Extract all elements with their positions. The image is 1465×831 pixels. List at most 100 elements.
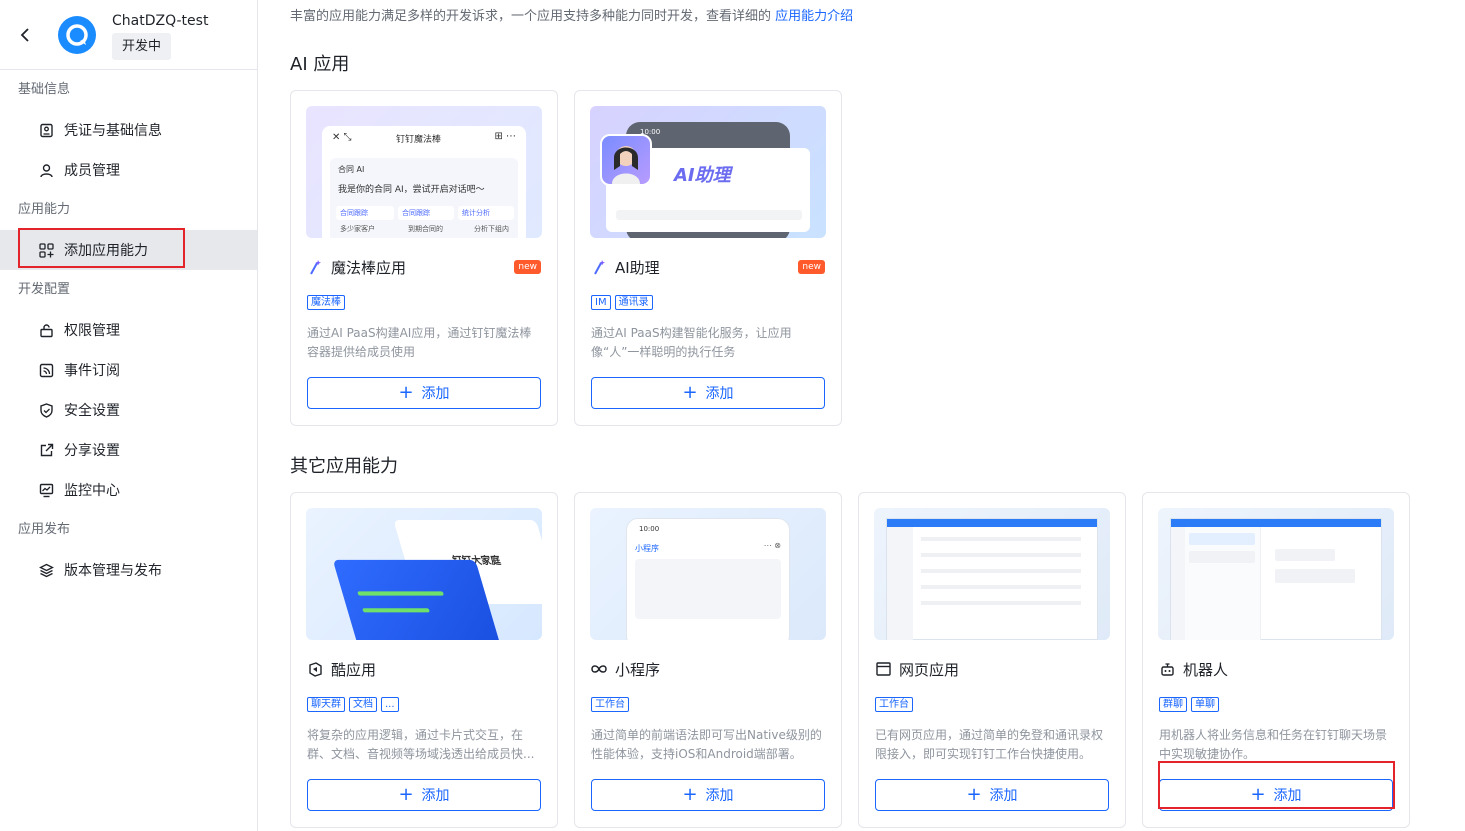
add-button-label: 添加: [421, 386, 450, 402]
plus-icon: +: [398, 382, 414, 403]
intro-body: 丰富的应用能力满足多样的开发诉求，一个应用支持多种能力同时开发，查看详细的: [290, 9, 772, 24]
thumb-window: [886, 518, 1098, 640]
card-title: 酷应用: [331, 660, 377, 679]
app-logo-icon: [66, 24, 88, 46]
thumb-card-blue: [332, 559, 502, 640]
sidebar-item-members[interactable]: 成员管理: [0, 150, 257, 190]
back-button[interactable]: [14, 24, 36, 46]
ai-section-title: AI 应用: [290, 54, 350, 75]
group-title-dev-config: 开发配置: [18, 282, 71, 297]
thumb-bar: [357, 591, 445, 596]
add-ai-assistant-button[interactable]: + 添加: [591, 377, 825, 409]
group-title-basic: 基础信息: [18, 82, 71, 97]
layers-icon: [38, 562, 54, 578]
plus-icon: +: [966, 784, 982, 805]
lock-icon: [38, 322, 54, 338]
thumb-line: [921, 585, 1081, 589]
thumb-titlebar: [887, 519, 1097, 527]
card-title: AI助理: [615, 258, 660, 277]
thumb-chip2: 分析下组内: [474, 225, 509, 233]
card-tag: 工作台: [875, 697, 913, 712]
new-badge: new: [514, 260, 541, 274]
sidebar-item-label: 成员管理: [64, 163, 120, 179]
thumb-time: 10:00: [639, 525, 660, 533]
close-icon: ✕ ⤡: [332, 132, 352, 143]
add-magic-wand-button[interactable]: + 添加: [307, 377, 541, 409]
card-thumbnail: 10:00 小程序 ⋯ ⊗: [590, 508, 826, 640]
thumb-message: [1275, 569, 1355, 583]
sidebar-item-share[interactable]: 分享设置: [0, 430, 257, 470]
cool-app-icon: [307, 661, 323, 677]
card-tag: ...: [381, 697, 399, 712]
plus-icon: +: [398, 784, 414, 805]
card-tags: 聊天群 文档 ...: [307, 697, 399, 712]
browser-window-icon: [875, 661, 891, 677]
thumb-chips: 合同跟踪 合同跟踪 统计分析: [336, 206, 514, 220]
app-name: ChatDZQ-test: [112, 13, 209, 29]
plus-icon: +: [1250, 784, 1266, 805]
capability-card-mini-program: 10:00 小程序 ⋯ ⊗ 小程序 工作台 通过简单的前端语法即可写出Nativ…: [574, 492, 842, 828]
card-tag: 魔法棒: [307, 295, 345, 310]
card-tag: 聊天群: [307, 697, 345, 712]
chevron-left-icon: [20, 28, 29, 42]
magic-wand-icon: [591, 259, 607, 275]
add-cool-app-button[interactable]: + 添加: [307, 779, 541, 811]
sidebar-item-label: 权限管理: [64, 323, 120, 339]
add-robot-button[interactable]: + 添加: [1159, 779, 1393, 811]
thumb-chat-item: [1189, 551, 1255, 563]
sidebar-item-label: 监控中心: [64, 483, 120, 499]
card-title: 网页应用: [899, 660, 960, 679]
sidebar-item-permissions[interactable]: 权限管理: [0, 310, 257, 350]
card-description: 通过AI PaaS构建AI应用，通过钉钉魔法棒容器提供给成员使用: [307, 326, 532, 359]
thumb-header: 钉钉魔法棒: [396, 135, 442, 145]
thumb-placeholder: [616, 210, 802, 220]
sidebar-item-monitor[interactable]: 监控中心: [0, 470, 257, 510]
sidebar-item-add-capability[interactable]: 添加应用能力: [0, 230, 257, 270]
card-description: 已有网页应用，通过简单的免登和通讯录权限接入，即可实现钉钉工作台快捷使用。: [875, 728, 1104, 761]
card-title-row: 魔法棒应用 new: [307, 255, 541, 279]
app-status-badge: 开发中: [112, 33, 172, 60]
shield-icon: [38, 402, 54, 418]
capability-intro-link[interactable]: 应用能力介绍: [775, 9, 853, 24]
card-tag: 单聊: [1191, 697, 1219, 712]
sidebar-item-credentials[interactable]: 凭证与基础信息: [0, 110, 257, 150]
thumb-sub: 合同 AI: [338, 165, 365, 174]
plus-icon: +: [682, 784, 698, 805]
card-tags: 魔法棒: [307, 295, 345, 310]
card-title: 魔法棒应用: [331, 258, 407, 277]
thumb-label: 小程序: [635, 544, 659, 553]
add-button-label: 添加: [989, 788, 1018, 804]
user-icon: [38, 162, 54, 178]
card-thumbnail: 钉钉大家庭: [306, 508, 542, 640]
thumb-chip: 统计分析: [458, 206, 514, 220]
sidebar-item-security[interactable]: 安全设置: [0, 390, 257, 430]
card-description: 将复杂的应用逻辑，通过卡片式交互，在群、文档、音视频等场域浅透出给成员快...: [307, 728, 535, 761]
card-title-row: 网页应用: [875, 657, 1109, 681]
add-button-label: 添加: [705, 788, 734, 804]
robot-icon: [1159, 661, 1175, 677]
app-header: ChatDZQ-test 开发中: [0, 0, 257, 70]
capability-card-magic-wand: ✕ ⤡ 钉钉魔法棒 ⊞ ⋯ 合同 AI 我是你的合同 AI，尝试开启对话吧～ 合…: [290, 90, 558, 426]
card-thumbnail: ✕ ⤡ 钉钉魔法棒 ⊞ ⋯ 合同 AI 我是你的合同 AI，尝试开启对话吧～ 合…: [306, 106, 542, 238]
sidebar-item-events[interactable]: 事件订阅: [0, 350, 257, 390]
card-tag: IM: [591, 295, 611, 310]
credential-icon: [38, 122, 54, 138]
card-title-row: 酷应用: [307, 657, 541, 681]
other-section-title: 其它应用能力: [290, 456, 398, 477]
add-web-app-button[interactable]: + 添加: [875, 779, 1109, 811]
thumb-sidebar: [887, 527, 913, 640]
add-mini-program-button[interactable]: + 添加: [591, 779, 825, 811]
thumb-chip: 合同跟踪: [398, 206, 454, 220]
card-thumbnail: 10:00 AI助理: [590, 106, 826, 238]
share-icon: [38, 442, 54, 458]
sidebar-item-versions[interactable]: 版本管理与发布: [0, 550, 257, 590]
card-thumbnail: [874, 508, 1110, 640]
card-description: 用机器人将业务信息和任务在钉钉聊天场景中实现敏捷协作。: [1159, 728, 1388, 761]
capability-card-ai-assistant: 10:00 AI助理 AI助理 new IM 通讯录 通过AI PaaS构建智能…: [574, 90, 842, 426]
card-tag: 通讯录: [614, 295, 653, 310]
sidebar-item-label: 添加应用能力: [64, 243, 148, 259]
magic-wand-icon: [307, 259, 323, 275]
thumb-greeting: 我是你的合同 AI，尝试开启对话吧～: [338, 185, 485, 195]
thumb-window: [1170, 518, 1382, 640]
page: ChatDZQ-test 开发中 基础信息 凭证与基础信息 成员管理 应用能力: [0, 0, 1465, 831]
